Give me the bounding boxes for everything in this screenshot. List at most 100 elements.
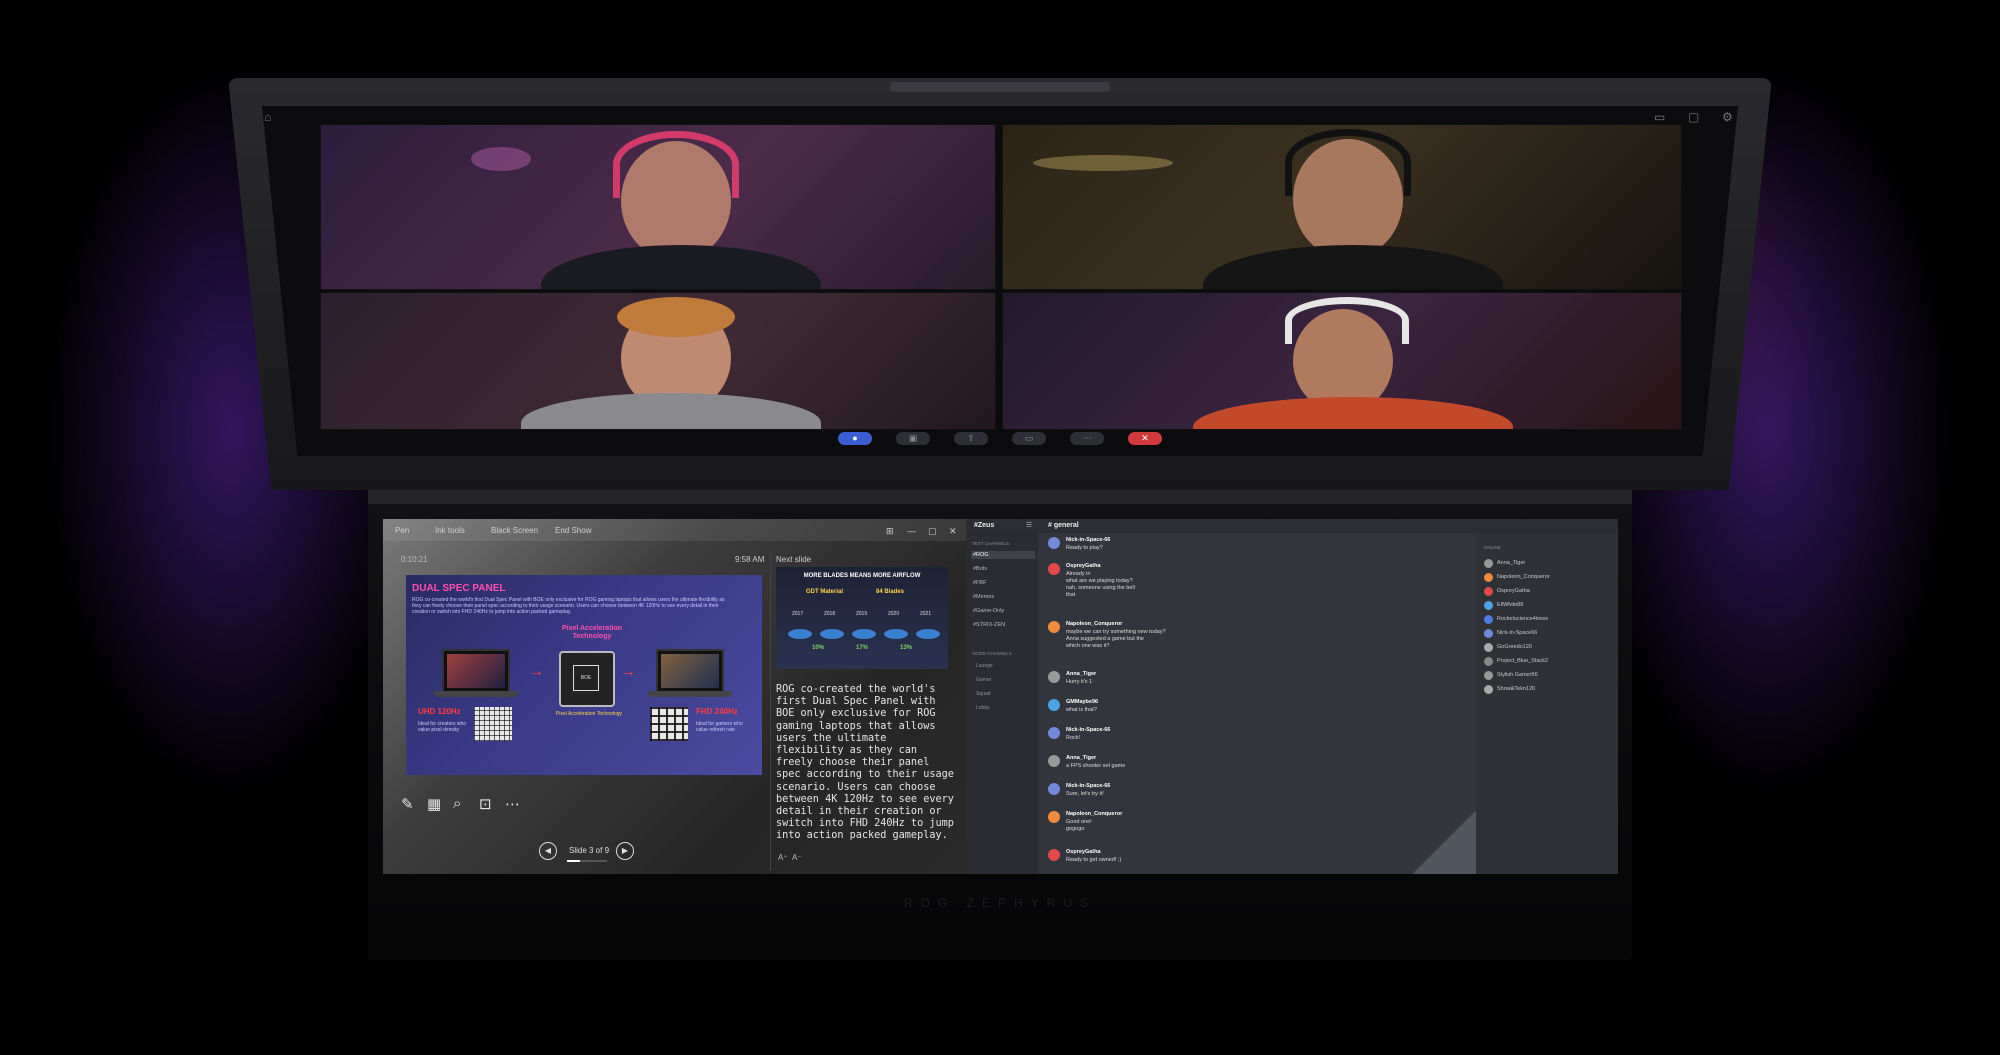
avatar[interactable] — [1048, 671, 1060, 683]
avatar[interactable] — [1048, 563, 1060, 575]
menu-icon[interactable]: ☰ — [1026, 521, 1032, 529]
avatar[interactable] — [1048, 811, 1060, 823]
speaker-notes[interactable]: ROG co-created the world's first Dual Sp… — [776, 684, 954, 843]
chip-label: BOE — [573, 665, 599, 691]
avatar — [1484, 573, 1493, 582]
pane-divider[interactable] — [770, 551, 771, 871]
lid-camera-bar — [890, 82, 1110, 92]
video-tile-1[interactable] — [320, 124, 996, 290]
chip-icon: BOE — [559, 651, 615, 707]
fan-icon — [852, 629, 876, 639]
current-slide[interactable]: DUAL SPEC PANEL ROG co-created the world… — [406, 575, 762, 775]
menu-black-screen[interactable]: Black Screen — [491, 526, 538, 535]
message-author[interactable]: OspreyGatha — [1066, 849, 1101, 855]
voice-channel[interactable]: Lobby — [976, 705, 990, 711]
video-icon[interactable]: ▣ — [896, 432, 930, 445]
font-size-controls[interactable]: A⁺ A⁻ — [778, 853, 802, 862]
pin-icon[interactable]: ⊞ — [886, 526, 894, 537]
avatar[interactable] — [1048, 727, 1060, 739]
brand-mark: ROG ZEPHYRUS — [903, 896, 1096, 910]
laptop-illustration-left — [442, 649, 510, 693]
display-icon[interactable]: ▭ — [1654, 110, 1665, 124]
clock: 9:58 AM — [735, 555, 765, 564]
message-text: Good one! gogogo — [1066, 819, 1092, 832]
microphone-icon[interactable]: ● — [838, 432, 872, 445]
shelf-light — [471, 147, 531, 171]
avatar — [1484, 657, 1493, 666]
video-tile-3[interactable] — [320, 292, 996, 430]
avatar[interactable] — [1048, 537, 1060, 549]
menu-end-show[interactable]: End Show — [555, 526, 591, 535]
previous-slide-button[interactable]: ◀ — [539, 842, 557, 860]
window-icon[interactable]: ▢ — [1688, 110, 1699, 124]
channel-item[interactable]: #Game-Only — [971, 607, 1035, 615]
chat-app: #Zeus ☰ # general TEXT CHANNELS #ROG #Bo… — [966, 519, 1618, 874]
more-icon[interactable]: ⋯ — [1070, 432, 1104, 445]
message-author[interactable]: Anna_Tiger — [1066, 755, 1096, 761]
avatar[interactable] — [1048, 849, 1060, 861]
voice-channel[interactable]: Gamer — [976, 677, 991, 683]
pointer-icon[interactable]: ⊡ — [479, 795, 492, 813]
message-author[interactable]: Napoleon_Conqueror — [1066, 621, 1122, 627]
channel-item[interactable]: #ROG — [971, 551, 1035, 559]
message-author[interactable]: Nick-in-Space-66 — [1066, 727, 1110, 733]
message-author[interactable]: OspreyGatha — [1066, 563, 1101, 569]
more-icon[interactable]: ⋯ — [505, 795, 520, 813]
home-icon[interactable]: ⌂ — [264, 110, 271, 124]
voice-channel[interactable]: Squad — [976, 691, 990, 697]
spec-uhd: UHD 120Hz — [418, 707, 461, 716]
menu-ink-tools[interactable]: Ink tools — [435, 526, 465, 535]
channel-item[interactable]: #STRIX-ZEN — [971, 621, 1035, 629]
message-author[interactable]: Nick-in-Space-66 — [1066, 783, 1110, 789]
close-icon[interactable]: ✕ — [949, 526, 957, 537]
avatar[interactable] — [1048, 699, 1060, 711]
video-tile-2[interactable] — [1002, 124, 1682, 290]
avatar[interactable] — [1048, 621, 1060, 633]
end-call-icon[interactable]: ✕ — [1128, 432, 1162, 445]
chat-header: #Zeus ☰ # general — [966, 519, 1618, 533]
channel-title: # general — [1048, 522, 1079, 529]
avatar[interactable] — [1048, 783, 1060, 795]
pen-icon[interactable]: ✎ — [401, 795, 414, 813]
minimize-icon[interactable]: — — [907, 526, 916, 536]
video-tile-4[interactable] — [1002, 292, 1682, 430]
fan-icon — [916, 629, 940, 639]
next-slide-preview[interactable]: MORE BLADES MEANS MORE AIRFLOW GDT Mater… — [776, 567, 948, 669]
chat-icon[interactable]: ▭ — [1012, 432, 1046, 445]
maximize-icon[interactable]: ▢ — [928, 526, 937, 537]
avatar — [1484, 601, 1493, 610]
voice-channel[interactable]: Lounge — [976, 663, 993, 669]
avatar[interactable] — [1048, 755, 1060, 767]
channel-list: TEXT CHANNELS #ROG #Bots #FBF #Memes #Ga… — [966, 533, 1038, 874]
channel-item[interactable]: #Memes — [971, 593, 1035, 601]
share-icon[interactable]: ⇪ — [954, 432, 988, 445]
message-author[interactable]: Nick-in-Space-66 — [1066, 537, 1110, 543]
percent-label: 13% — [900, 645, 913, 651]
channel-item[interactable]: #FBF — [971, 579, 1035, 587]
server-name[interactable]: #Zeus — [974, 522, 994, 529]
spec-fhd: FHD 240Hz — [696, 707, 738, 716]
avatar — [1484, 671, 1493, 680]
zoom-icon[interactable]: ⌕ — [453, 795, 461, 812]
message-text: maybe we can try something new today? An… — [1066, 629, 1166, 649]
laptop-base-right — [648, 691, 732, 697]
fan-icon — [820, 629, 844, 639]
participant-body — [1203, 245, 1503, 289]
mid-caption: Pixel Acceleration Technology — [556, 711, 623, 717]
menu-pen[interactable]: Pen — [395, 526, 409, 535]
pixel-grid-sparse — [650, 707, 688, 741]
member-name: OspreyGatha — [1497, 588, 1530, 594]
next-slide-button[interactable]: ▶ — [616, 842, 634, 860]
channel-item[interactable]: #Bots — [971, 565, 1035, 573]
message-author[interactable]: GMMaybe96 — [1066, 699, 1098, 705]
badge-blades: 84 Blades — [876, 589, 905, 595]
message-author[interactable]: Napoleon_Conqueror — [1066, 811, 1122, 817]
year-label: 2019 — [856, 611, 868, 617]
avatar — [1484, 685, 1493, 694]
call-controls: ● ▣ ⇪ ▭ ⋯ ✕ — [0, 432, 2000, 452]
message-author[interactable]: Anna_Tiger — [1066, 671, 1096, 677]
gear-icon[interactable]: ⚙ — [1722, 110, 1733, 124]
avatar — [1484, 587, 1493, 596]
pa-label: Pixel Acceleration Technology — [561, 625, 623, 640]
grid-icon[interactable]: ▦ — [427, 795, 441, 813]
